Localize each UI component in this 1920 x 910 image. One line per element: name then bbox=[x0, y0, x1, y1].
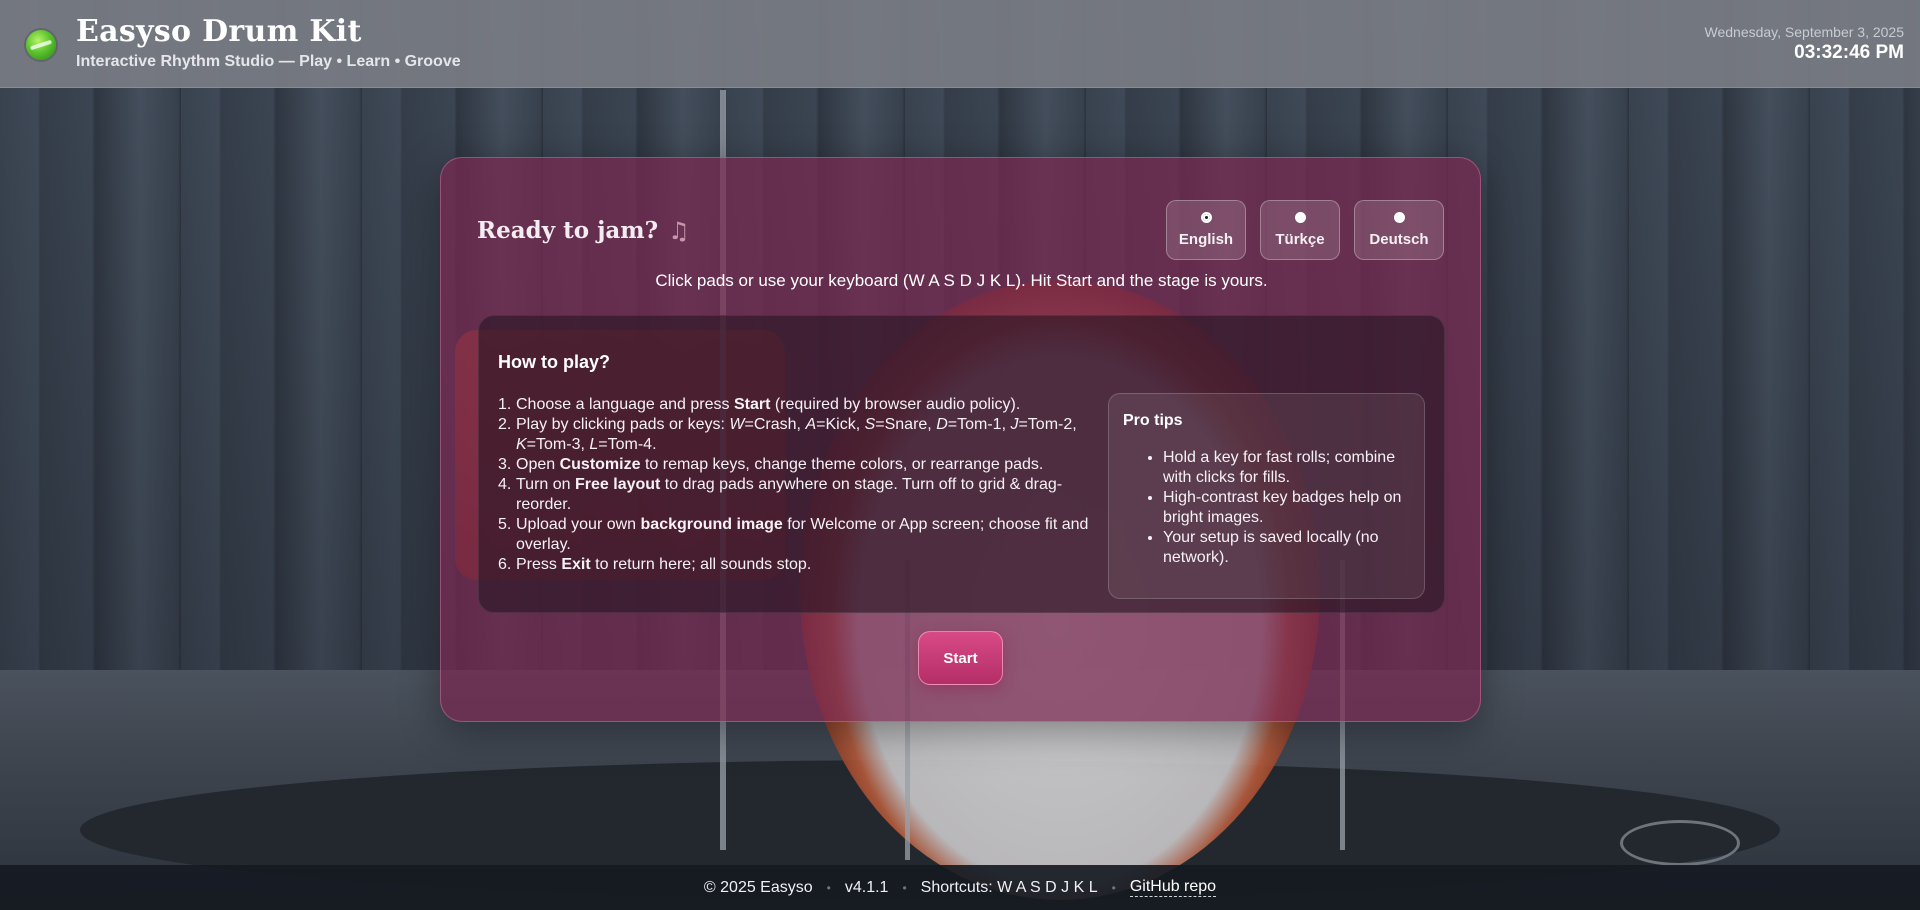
radio-icon[interactable] bbox=[1393, 212, 1405, 223]
welcome-title: Ready to jam? ♫ bbox=[477, 216, 690, 245]
step-item: 4. Turn on Free layout to drag pads anyw… bbox=[498, 476, 1063, 513]
step-item: 2. Play by clicking pads or keys: W=Cras… bbox=[498, 416, 1077, 453]
radio-icon[interactable] bbox=[1294, 212, 1306, 223]
radio-selected-icon[interactable] bbox=[1200, 212, 1212, 223]
footer-copyright: © 2025 Easyso bbox=[703, 878, 813, 896]
music-note-icon: ♫ bbox=[668, 216, 690, 245]
app-header: Easyso Drum Kit Interactive Rhythm Studi… bbox=[0, 0, 1920, 88]
tip-item: Your setup is saved locally (no network)… bbox=[1163, 528, 1413, 568]
github-repo-link[interactable]: GitHub repo bbox=[1129, 878, 1217, 897]
clock-date: Wednesday, September 3, 2025 bbox=[1704, 24, 1905, 40]
tip-item: High-contrast key badges help on bright … bbox=[1163, 488, 1413, 528]
step-item: 1. Choose a language and press Start (re… bbox=[498, 396, 1021, 413]
how-to-play-steps: 1. Choose a language and press Start (re… bbox=[498, 395, 1098, 575]
step-item: 5. Upload your own background image for … bbox=[498, 516, 1089, 553]
language-label: Deutsch bbox=[1369, 231, 1429, 248]
rug-logo-icon bbox=[1620, 820, 1740, 866]
welcome-title-text: Ready to jam? bbox=[477, 217, 659, 244]
app-footer: © 2025 Easyso • v4.1.1 • Shortcuts: W A … bbox=[0, 865, 1920, 910]
language-selector: English Türkçe Deutsch bbox=[1166, 200, 1444, 260]
pro-tips-box: Pro tips Hold a key for fast rolls; comb… bbox=[1108, 393, 1425, 599]
tip-item: Hold a key for fast rolls; combine with … bbox=[1163, 448, 1413, 488]
welcome-card: Ready to jam? ♫ English Türkçe Deutsch C… bbox=[440, 157, 1481, 722]
how-to-play-title: How to play? bbox=[498, 352, 610, 372]
footer-shortcuts: Shortcuts: W A S D J K L bbox=[920, 878, 1098, 896]
pro-tips-list: Hold a key for fast rolls; combine with … bbox=[1163, 448, 1413, 568]
footer-separator: • bbox=[902, 880, 907, 895]
footer-version: v4.1.1 bbox=[844, 878, 889, 896]
footer-separator: • bbox=[826, 880, 831, 895]
footer-separator: • bbox=[1111, 880, 1116, 895]
language-option-deutsch[interactable]: Deutsch bbox=[1354, 200, 1444, 260]
app-title: Easyso Drum Kit bbox=[76, 14, 362, 49]
language-option-turkce[interactable]: Türkçe bbox=[1260, 200, 1340, 260]
start-button[interactable]: Start bbox=[918, 631, 1003, 685]
pro-tips-title: Pro tips bbox=[1123, 412, 1183, 429]
step-item: 6. Press Exit to return here; all sounds… bbox=[498, 556, 812, 573]
app-subtitle: Interactive Rhythm Studio — Play • Learn… bbox=[76, 53, 461, 70]
language-option-english[interactable]: English bbox=[1166, 200, 1246, 260]
language-label: English bbox=[1178, 231, 1234, 248]
drum-logo-icon bbox=[26, 30, 56, 60]
step-item: 3. Open Customize to remap keys, change … bbox=[498, 456, 1044, 473]
language-label: Türkçe bbox=[1275, 231, 1325, 248]
clock-time: 03:32:46 PM bbox=[1794, 42, 1904, 63]
how-to-play-panel: How to play? 1. Choose a language and pr… bbox=[478, 315, 1445, 613]
welcome-intro: Click pads or use your keyboard (W A S D… bbox=[655, 271, 1268, 290]
